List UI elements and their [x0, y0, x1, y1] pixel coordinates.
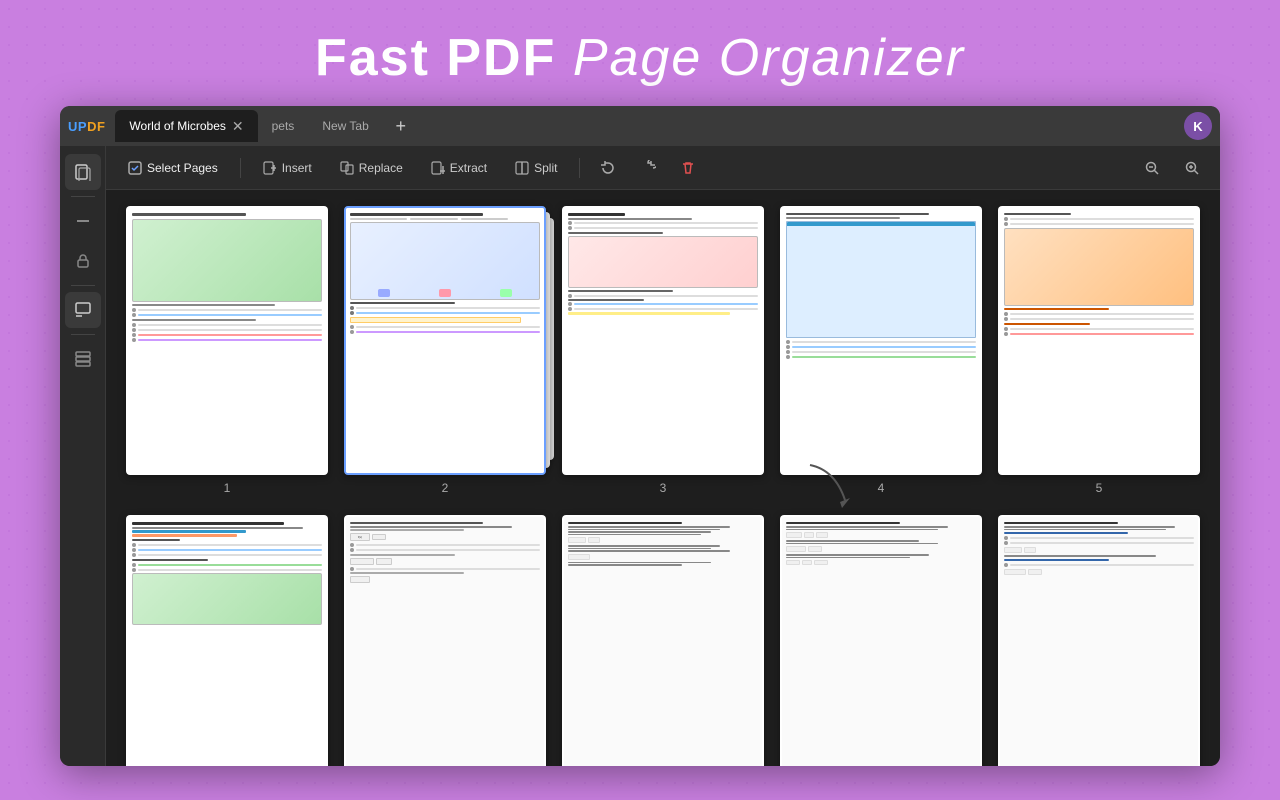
delete-button[interactable] — [672, 152, 704, 184]
header-title-bold: Fast PDF — [315, 29, 556, 87]
page-thumb-3[interactable] — [562, 206, 764, 475]
page-item-5[interactable]: 5 — [998, 206, 1200, 495]
page-thumb-9[interactable] — [780, 515, 982, 766]
sidebar-icon-edit[interactable] — [65, 292, 101, 328]
replace-button[interactable]: Replace — [330, 156, 413, 180]
sidebar-divider-3 — [71, 334, 95, 335]
page-number-1: 1 — [224, 481, 231, 495]
page-item-2[interactable]: ▶ — [344, 206, 546, 495]
page-thumb-8[interactable] — [562, 515, 764, 766]
page-item-4[interactable]: 4 — [780, 206, 982, 495]
split-button[interactable]: Split — [505, 156, 567, 180]
sidebar-icon-zoom[interactable] — [65, 203, 101, 239]
page-header: Fast PDF Page Organizer — [0, 0, 1280, 106]
sidebar-divider-2 — [71, 285, 95, 286]
select-pages-label: Select Pages — [147, 161, 218, 175]
split-label: Split — [534, 161, 557, 175]
updf-logo: UPDF — [68, 119, 105, 134]
toolbar-sep-1 — [240, 158, 241, 178]
page-2-wrapper: ▶ — [344, 206, 546, 475]
page-number-4: 4 — [878, 481, 885, 495]
sidebar-icon-security[interactable] — [65, 243, 101, 279]
pages-grid: 1 ▶ — [106, 190, 1220, 766]
page-thumb-1[interactable] — [126, 206, 328, 475]
insert-button[interactable]: Insert — [253, 156, 322, 180]
page-thumb-6[interactable] — [126, 515, 328, 766]
zoom-in-button[interactable] — [1176, 152, 1208, 184]
extract-label: Extract — [450, 161, 487, 175]
extract-button[interactable]: Extract — [421, 156, 497, 180]
page-item-8[interactable]: 8 — [562, 515, 764, 766]
page-thumb-10[interactable] — [998, 515, 1200, 766]
tab-world-of-microbes[interactable]: World of Microbes ✕ — [115, 110, 257, 142]
toolbar-sep-2 — [579, 158, 580, 178]
page-thumb-7[interactable]: f(x) — [344, 515, 546, 766]
sidebar-divider-1 — [71, 196, 95, 197]
tab-label-1: World of Microbes — [129, 119, 225, 133]
tab-new[interactable]: New Tab — [308, 110, 382, 142]
tab-label-2: pets — [272, 119, 295, 133]
page-item-9[interactable]: 9 — [780, 515, 982, 766]
avatar[interactable]: K — [1184, 112, 1212, 140]
page-item-10[interactable]: 10 — [998, 515, 1200, 766]
page-number-5: 5 — [1096, 481, 1103, 495]
sidebar — [60, 146, 106, 766]
toolbar: Select Pages Insert Replace Extract — [106, 146, 1220, 190]
content-area: Select Pages Insert Replace Extract — [60, 146, 1220, 766]
sidebar-icon-layers[interactable] — [65, 341, 101, 377]
tab-bar: UPDF World of Microbes ✕ pets New Tab + … — [60, 106, 1220, 146]
page-item-6[interactable]: 6 — [126, 515, 328, 766]
rotate-right-button[interactable] — [632, 152, 664, 184]
insert-label: Insert — [282, 161, 312, 175]
zoom-out-button[interactable] — [1136, 152, 1168, 184]
page-item-7[interactable]: f(x) — [344, 515, 546, 766]
replace-label: Replace — [359, 161, 403, 175]
rotate-left-button[interactable] — [592, 152, 624, 184]
main-content: Select Pages Insert Replace Extract — [106, 146, 1220, 766]
tab-label-3: New Tab — [322, 119, 368, 133]
curved-arrow — [800, 460, 860, 510]
page-number-3: 3 — [660, 481, 667, 495]
page-number-2: 2 — [442, 481, 449, 495]
tab-close-1[interactable]: ✕ — [232, 119, 244, 133]
new-tab-button[interactable]: + — [387, 112, 415, 140]
page-item-3[interactable]: 3 — [562, 206, 764, 495]
page-item-1[interactable]: 1 — [126, 206, 328, 495]
page-2-front[interactable]: ▶ — [344, 206, 546, 475]
select-pages-button[interactable]: Select Pages — [118, 156, 228, 180]
page-thumb-4[interactable] — [780, 206, 982, 475]
logo-orange: DF — [87, 119, 105, 134]
tab-pets[interactable]: pets — [258, 110, 309, 142]
page-thumb-5[interactable] — [998, 206, 1200, 475]
app-window: UPDF World of Microbes ✕ pets New Tab + … — [60, 106, 1220, 766]
logo-blue: UP — [68, 119, 87, 134]
sidebar-icon-pages[interactable] — [65, 154, 101, 190]
header-title-script: Page Organizer — [573, 29, 965, 87]
